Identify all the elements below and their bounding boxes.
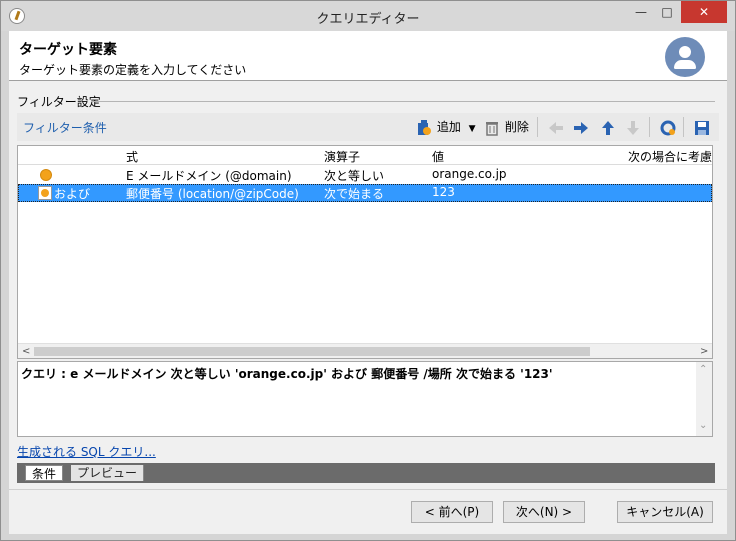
scroll-up-icon[interactable]: ⌃ [699, 364, 707, 375]
arrow-right-icon [572, 119, 590, 137]
filter-settings-label: フィルター設定 [17, 95, 101, 109]
toolbar-separator [649, 117, 650, 137]
arrow-down-icon [624, 119, 642, 137]
move-up-button[interactable] [599, 117, 617, 137]
filter-toolbar: フィルター条件 追加 ▼ 削除 [17, 113, 719, 141]
tab-preview[interactable]: プレビュー [71, 465, 145, 481]
scroll-left-icon[interactable]: < [22, 344, 30, 359]
query-text-area[interactable]: クエリ : e メールドメイン 次と等しい 'orange.co.jp' および… [17, 361, 713, 437]
query-text: クエリ : e メールドメイン 次と等しい 'orange.co.jp' および… [21, 367, 553, 381]
query-editor-window: クエリエディター — □ ✕ ターゲット要素 ターゲット要素の定義を入力してくだ… [0, 0, 736, 541]
arrow-left-icon [547, 119, 565, 137]
add-button[interactable]: 追加 ▼ [415, 117, 476, 137]
scrollbar-thumb[interactable] [34, 347, 590, 356]
cancel-button[interactable]: キャンセル(A) [617, 501, 713, 523]
filter-grid: 式 演算子 値 次の場合に考慮 E メールドメイン (@domain) 次と等し… [17, 145, 713, 359]
move-down-button[interactable] [624, 117, 642, 137]
vertical-scrollbar[interactable]: ⌃ ⌄ [696, 362, 712, 436]
minimize-button[interactable]: — [627, 1, 655, 23]
table-row[interactable]: E メールドメイン (@domain) 次と等しい orange.co.jp [18, 166, 712, 184]
grid-header: 式 演算子 値 次の場合に考慮 [18, 146, 712, 165]
generated-sql-link[interactable]: 生成される SQL クエリ... [17, 443, 156, 460]
table-row[interactable]: および 郵便番号 (location/@zipCode) 次で始まる 123 [18, 184, 712, 202]
window-title: クエリエディター [316, 12, 420, 27]
scroll-right-icon[interactable]: > [700, 344, 708, 359]
page-subtitle: ターゲット要素の定義を入力してください [19, 63, 247, 77]
scroll-down-icon[interactable]: ⌄ [699, 420, 707, 431]
value-cell: orange.co.jp [432, 167, 507, 181]
arrow-up-icon [599, 119, 617, 137]
delete-button[interactable]: 削除 [483, 117, 529, 137]
maximize-button[interactable]: □ [653, 1, 681, 23]
next-button[interactable]: 次へ(N) > [503, 501, 585, 523]
condition-status-icon [40, 169, 52, 181]
column-header-value[interactable]: 値 [432, 148, 444, 165]
move-left-button[interactable] [547, 117, 565, 137]
add-icon [415, 119, 433, 137]
tab-conditions[interactable]: 条件 [25, 465, 64, 481]
tab-bar: 条件 プレビュー [17, 463, 715, 483]
move-right-button[interactable] [572, 117, 590, 137]
title-bar[interactable]: クエリエディター — □ ✕ [1, 1, 735, 31]
column-header-expression[interactable]: 式 [126, 148, 138, 165]
trash-icon [483, 119, 501, 137]
and-operator-icon [38, 186, 52, 200]
operator-cell: 次と等しい [324, 169, 385, 183]
footer-divider [9, 489, 727, 490]
dialog-client: ターゲット要素 ターゲット要素の定義を入力してください フィルター設定 フィルタ… [9, 31, 727, 534]
toolbar-separator [537, 117, 538, 137]
toolbar-separator [683, 117, 684, 137]
refresh-icon [659, 119, 677, 137]
horizontal-scrollbar[interactable]: < > [18, 343, 712, 358]
page-title: ターゲット要素 [19, 42, 117, 58]
group-divider [91, 101, 715, 102]
refresh-button[interactable] [659, 117, 677, 137]
delete-label: 削除 [504, 120, 529, 134]
save-button[interactable] [693, 117, 711, 137]
previous-button[interactable]: < 前へ(P) [411, 501, 493, 523]
add-label: 追加 [436, 120, 461, 134]
operator-cell: 次で始まる [324, 187, 385, 201]
filter-conditions-caption: フィルター条件 [23, 121, 107, 135]
save-icon [693, 119, 711, 137]
column-header-consider-if[interactable]: 次の場合に考慮 [628, 148, 712, 165]
header-panel: ターゲット要素 ターゲット要素の定義を入力してください [9, 31, 727, 81]
value-cell: 123 [432, 185, 455, 199]
prefix-cell: および [54, 187, 91, 201]
column-header-operator[interactable]: 演算子 [324, 148, 360, 165]
dropdown-arrow-icon[interactable]: ▼ [469, 124, 476, 134]
expression-cell: E メールドメイン (@domain) [126, 169, 292, 183]
expression-cell: 郵便番号 (location/@zipCode) [126, 187, 299, 201]
close-button[interactable]: ✕ [681, 1, 727, 23]
user-avatar-icon [665, 37, 705, 77]
